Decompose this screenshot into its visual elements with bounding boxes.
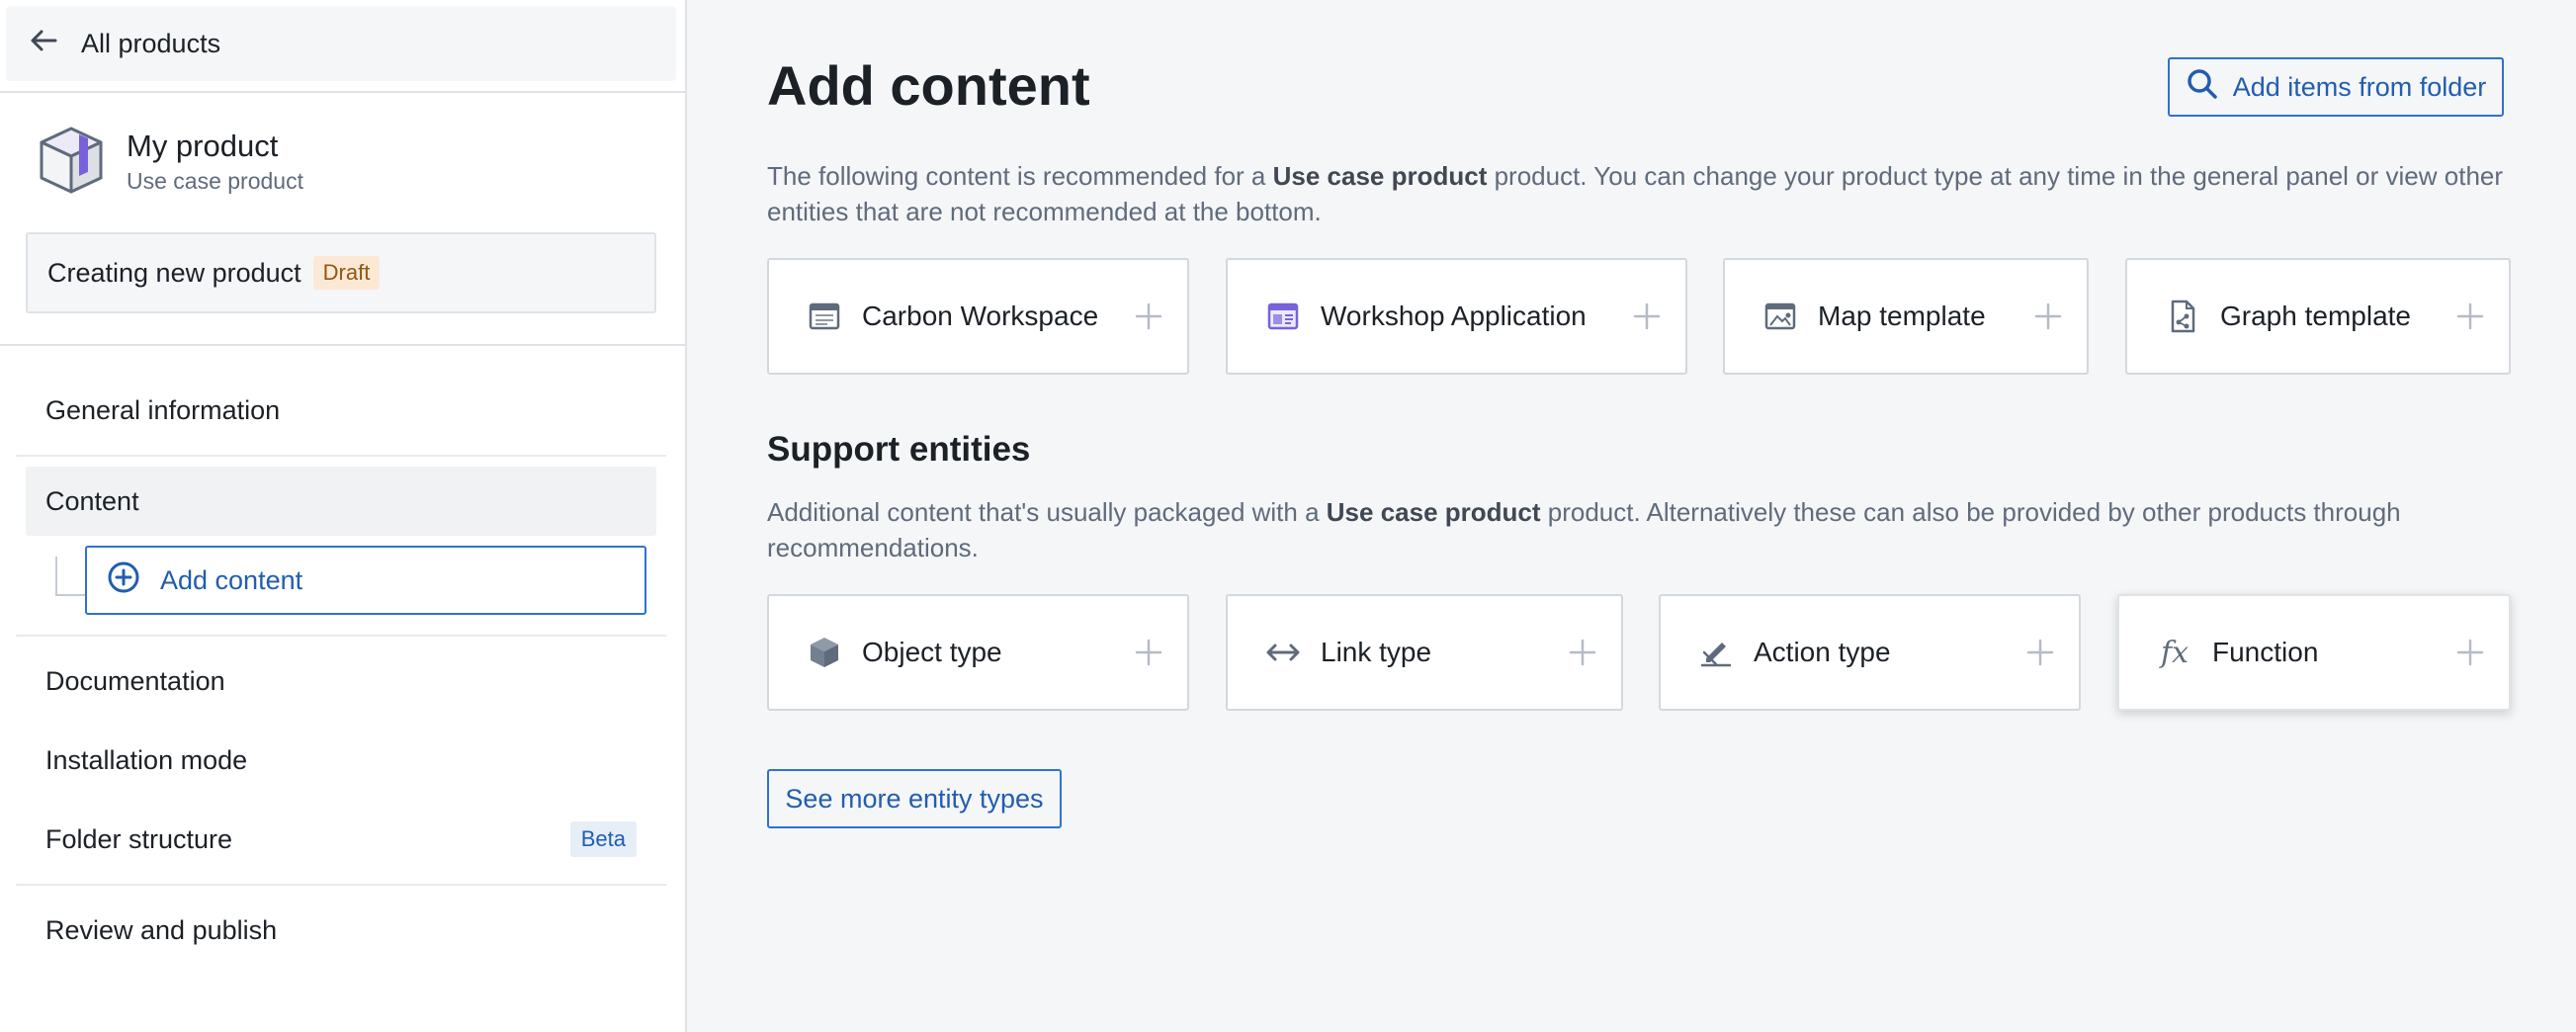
card-graph-template[interactable]: Graph template: [2125, 258, 2511, 375]
nav-content[interactable]: Content: [26, 467, 656, 536]
main-panel: Add content Add items from folder The fo…: [689, 0, 2576, 1032]
card-label: Graph template: [2220, 301, 2411, 331]
card-label: Carbon Workspace: [862, 301, 1099, 331]
support-product-type: Use case product: [1326, 497, 1541, 527]
add-circle-icon: [107, 560, 140, 601]
nav-review-and-publish[interactable]: Review and publish: [26, 896, 656, 965]
card-label: Action type: [1754, 637, 1891, 667]
action-edit-icon: [1698, 635, 1734, 670]
card-function[interactable]: fx Function: [2117, 594, 2511, 711]
page-title: Add content: [767, 54, 1090, 117]
card-object-type[interactable]: Object type: [767, 594, 1189, 711]
card-label: Object type: [862, 637, 1002, 667]
nav-add-content[interactable]: Add content: [85, 546, 646, 615]
back-label: All products: [81, 28, 221, 58]
arrow-left-icon: [28, 25, 59, 63]
product-name: My product: [127, 129, 279, 163]
card-map-template[interactable]: Map template: [1723, 258, 2089, 375]
card-carbon-workspace[interactable]: Carbon Workspace: [767, 258, 1189, 375]
carbon-workspace-icon: [807, 299, 842, 334]
see-more-entity-types-button[interactable]: See more entity types: [767, 769, 1062, 828]
nav-folder-structure[interactable]: Folder structure Beta: [26, 805, 656, 874]
intro-description: The following content is recommended for…: [767, 158, 2507, 229]
back-to-all-products-link[interactable]: All products: [6, 6, 676, 81]
card-label: Link type: [1321, 637, 1432, 667]
product-box-icon: [36, 125, 107, 196]
arrows-horizontal-icon: [1265, 635, 1301, 670]
divider: [0, 91, 687, 93]
plus-icon: [2025, 638, 2055, 667]
product-type: Use case product: [127, 168, 303, 194]
card-link-type[interactable]: Link type: [1226, 594, 1623, 711]
plus-icon: [2455, 301, 2485, 331]
support-entities-title: Support entities: [767, 430, 1031, 469]
product-status: Creating new product Draft: [26, 232, 656, 313]
plus-icon: [1632, 301, 1662, 331]
add-items-from-folder-button[interactable]: Add items from folder: [2168, 57, 2504, 117]
nav-general-information[interactable]: General information: [26, 376, 656, 445]
product-header: My product Use case product: [36, 123, 303, 196]
plus-icon: [2455, 638, 2485, 667]
support-text-1: Additional content that's usually packag…: [767, 497, 1327, 527]
add-items-from-folder-label: Add items from folder: [2232, 71, 2487, 102]
workshop-application-icon: [1265, 299, 1301, 334]
add-content-label: Add content: [160, 564, 303, 595]
draft-badge: Draft: [312, 256, 381, 290]
sidebar: All products My product Use case product…: [0, 0, 687, 1032]
nav-installation-mode[interactable]: Installation mode: [26, 726, 656, 795]
cube-icon: [807, 635, 842, 670]
plus-icon: [1568, 638, 1597, 667]
plus-icon: [1134, 638, 1163, 667]
support-description: Additional content that's usually packag…: [767, 494, 2507, 565]
graph-template-icon: [2165, 299, 2200, 334]
divider: [0, 344, 687, 346]
card-workshop-application[interactable]: Workshop Application: [1226, 258, 1687, 375]
folder-structure-label: Folder structure: [45, 823, 233, 854]
card-label: Function: [2212, 637, 2319, 667]
divider: [16, 635, 666, 637]
search-icon: [2186, 67, 2219, 108]
intro-product-type: Use case product: [1272, 161, 1488, 191]
nav-documentation[interactable]: Documentation: [26, 646, 656, 716]
function-fx-icon: fx: [2160, 635, 2190, 670]
status-text: Creating new product: [47, 257, 301, 288]
beta-badge: Beta: [569, 821, 637, 857]
card-label: Workshop Application: [1321, 301, 1587, 331]
map-template-icon: [1762, 299, 1798, 334]
tree-connector: [55, 557, 85, 596]
card-label: Map template: [1818, 301, 1986, 331]
card-action-type[interactable]: Action type: [1659, 594, 2081, 711]
plus-icon: [2033, 301, 2063, 331]
divider: [16, 455, 666, 457]
divider: [16, 884, 666, 886]
plus-icon: [1134, 301, 1163, 331]
intro-text-1: The following content is recommended for…: [767, 161, 1273, 191]
